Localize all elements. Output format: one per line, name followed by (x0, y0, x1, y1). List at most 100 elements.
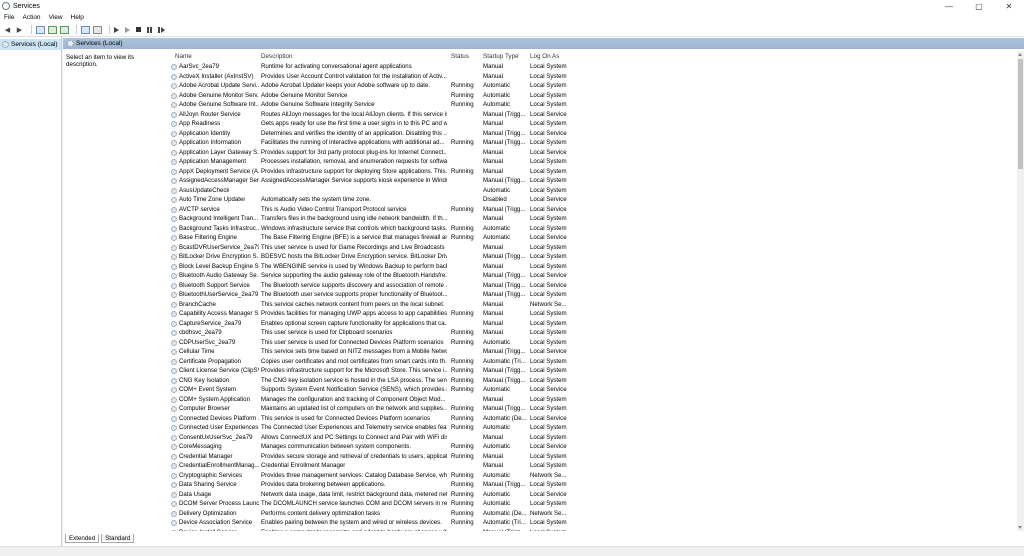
scroll-down-icon[interactable] (1018, 526, 1022, 529)
start-service-alt-icon[interactable] (125, 26, 130, 33)
service-description: This is Audio Video Control Transport Pr… (261, 205, 407, 213)
column-header-startup-type[interactable]: Startup Type (483, 53, 519, 60)
table-row[interactable]: BluetoothUserService_2ea79 The Bluetooth … (169, 290, 1024, 300)
gear-icon (171, 444, 177, 450)
table-row[interactable]: AssignedAccessManager Ser... AssignedAcce… (169, 176, 1024, 186)
table-row[interactable]: BitLocker Drive Encryption S... BDESVC ho… (169, 252, 1024, 262)
restart-service-icon[interactable] (158, 26, 165, 33)
table-row[interactable]: Data Sharing Service Provides data broker… (169, 480, 1024, 490)
pause-service-icon[interactable] (147, 26, 152, 33)
table-row[interactable]: AppX Deployment Service (A... Provides in… (169, 167, 1024, 177)
table-row[interactable]: AllJoyn Router Service Routes AllJoyn mes… (169, 110, 1024, 120)
help-icon[interactable] (81, 25, 90, 34)
table-row[interactable]: CredentialEnrollmentManag... Credential E… (169, 461, 1024, 471)
table-row[interactable]: BcastDVRUserService_2ea79 This user servi… (169, 243, 1024, 253)
properties-icon[interactable] (93, 25, 102, 34)
table-row[interactable]: Adobe Genuine Monitor Serv... Adobe Genui… (169, 91, 1024, 101)
table-row[interactable]: Auto Time Zone Updater Automatically sets… (169, 195, 1024, 205)
menu-view[interactable]: View (49, 14, 63, 21)
table-row[interactable]: Certificate Propagation Copies user certi… (169, 357, 1024, 367)
table-row[interactable]: CNG Key Isolation The CNG key isolation s… (169, 376, 1024, 386)
table-row[interactable]: DCOM Server Process Launc... The DCOMLAUN… (169, 499, 1024, 509)
service-name-label: Capability Access Manager S... (179, 310, 259, 317)
table-row[interactable]: COM+ System Application Manages the confi… (169, 395, 1024, 405)
service-startup-type: Automatic (483, 386, 511, 393)
table-row[interactable]: Connected Devices Platform ... This servi… (169, 414, 1024, 424)
service-name-label: Application Identity (179, 129, 231, 137)
tab-standard[interactable]: Standard (101, 534, 135, 543)
forward-arrow-icon[interactable]: ▶ (15, 25, 24, 34)
table-row[interactable]: CoreMessaging Manages communication betwe… (169, 442, 1024, 452)
table-row[interactable]: Cryptographic Services Provides three man… (169, 471, 1024, 481)
table-row[interactable]: Bluetooth Audio Gateway Se... Service sup… (169, 271, 1024, 281)
maximize-button[interactable]: ▢ (964, 0, 994, 12)
minimize-button[interactable]: — (934, 0, 964, 12)
table-row[interactable]: Background Tasks Infrastruc... Windows in… (169, 224, 1024, 234)
table-row[interactable]: Client License Service (ClipSV... Provide… (169, 366, 1024, 376)
vertical-scrollbar[interactable] (1017, 51, 1024, 531)
stop-service-icon[interactable] (136, 27, 141, 32)
scroll-up-icon[interactable] (1018, 53, 1022, 56)
column-header-description[interactable]: Description (261, 53, 293, 60)
table-row[interactable]: ActiveX Installer (AxInstSV) Provides Use… (169, 72, 1024, 82)
column-header-log-on-as[interactable]: Log On As (530, 53, 559, 60)
gear-icon (171, 425, 177, 431)
window-title: Services (13, 2, 40, 10)
table-row[interactable]: Application Layer Gateway S... Provides s… (169, 148, 1024, 158)
table-row[interactable]: AVCTP service This is Audio Video Control… (169, 205, 1024, 215)
refresh-icon[interactable] (48, 25, 57, 34)
table-row[interactable]: Device Association Service Enables pairin… (169, 518, 1024, 528)
table-row[interactable]: Background Intelligent Tran... Transfers … (169, 214, 1024, 224)
console-tree: Services (Local) (0, 37, 62, 546)
table-row[interactable]: Data Usage Network data usage, data limit… (169, 490, 1024, 500)
menu-help[interactable]: Help (71, 14, 84, 21)
table-row[interactable]: Credential Manager Provides secure storag… (169, 452, 1024, 462)
menu-action[interactable]: Action (22, 14, 40, 21)
gear-icon (171, 244, 177, 251)
table-row[interactable]: App Readiness Gets apps ready for use the… (169, 119, 1024, 129)
table-row[interactable]: Capability Access Manager S... Provides f… (169, 309, 1024, 319)
table-row[interactable]: Block Level Backup Engine S... The WBENGI… (169, 262, 1024, 272)
table-row[interactable]: cbdhsvc_2ea79 This user service is used f… (169, 328, 1024, 338)
service-name-label: Cellular Time (179, 348, 215, 355)
show-hide-console-tree-icon[interactable] (36, 25, 45, 34)
table-row[interactable]: Adobe Genuine Software Int... Adobe Genui… (169, 100, 1024, 110)
table-row[interactable]: COM+ Event System Supports System Event N… (169, 385, 1024, 395)
export-list-icon[interactable] (60, 25, 69, 34)
service-name: Auto Time Zone Updater (171, 196, 259, 204)
service-status: Running (451, 471, 474, 479)
service-log-on-as: Local System (530, 481, 567, 488)
service-name: AllJoyn Router Service (171, 111, 259, 119)
table-row[interactable]: CaptureService_2ea79 Enables optional scr… (169, 319, 1024, 329)
column-header-name[interactable]: Name (175, 53, 192, 60)
table-row[interactable]: CDPUserSvc_2ea79 This user service is use… (169, 338, 1024, 348)
gear-icon (171, 178, 177, 184)
table-row[interactable]: ConsentUxUserSvc_2ea79 Allows ConnectUX a… (169, 433, 1024, 443)
close-button[interactable]: ✕ (994, 0, 1024, 12)
table-row[interactable]: Delivery Optimization Performs content de… (169, 509, 1024, 519)
table-row[interactable]: Application Identity Determines and verif… (169, 129, 1024, 139)
table-row[interactable]: AarSvc_2ea79 Runtime for activating conve… (169, 62, 1024, 72)
table-row[interactable]: Application Information Facilitates the r… (169, 138, 1024, 148)
service-startup-type: Manual (Trigg... (483, 481, 526, 488)
table-row[interactable]: Base Filtering Engine The Base Filtering … (169, 233, 1024, 243)
column-header-status[interactable]: Status (451, 53, 469, 60)
tree-node-services-local[interactable]: Services (Local) (0, 39, 61, 50)
tab-extended[interactable]: Extended (65, 534, 100, 543)
table-row[interactable]: AsusUpdateCheck Automatic Local System (169, 186, 1024, 196)
start-service-icon[interactable] (114, 26, 119, 33)
table-row[interactable]: Computer Browser Maintains an updated lis… (169, 404, 1024, 414)
service-startup-type: Manual (483, 433, 503, 441)
table-row[interactable]: Cellular Time This service sets time base… (169, 347, 1024, 357)
table-row[interactable]: BranchCache This service caches network c… (169, 300, 1024, 310)
gear-icon (171, 349, 177, 355)
table-row[interactable]: Bluetooth Support Service The Bluetooth s… (169, 281, 1024, 291)
service-status: Running (451, 329, 474, 336)
table-row[interactable]: Connected User Experiences ... The Connec… (169, 423, 1024, 433)
table-row[interactable]: Application Management Processes installa… (169, 157, 1024, 167)
back-arrow-icon[interactable]: ◀ (3, 25, 12, 34)
scroll-thumb[interactable] (1018, 59, 1023, 169)
table-row[interactable]: Device Install Service Enables a computer… (169, 528, 1024, 531)
table-row[interactable]: Adobe Acrobat Update Servi... Adobe Acrob… (169, 81, 1024, 91)
menu-file[interactable]: File (4, 14, 14, 21)
